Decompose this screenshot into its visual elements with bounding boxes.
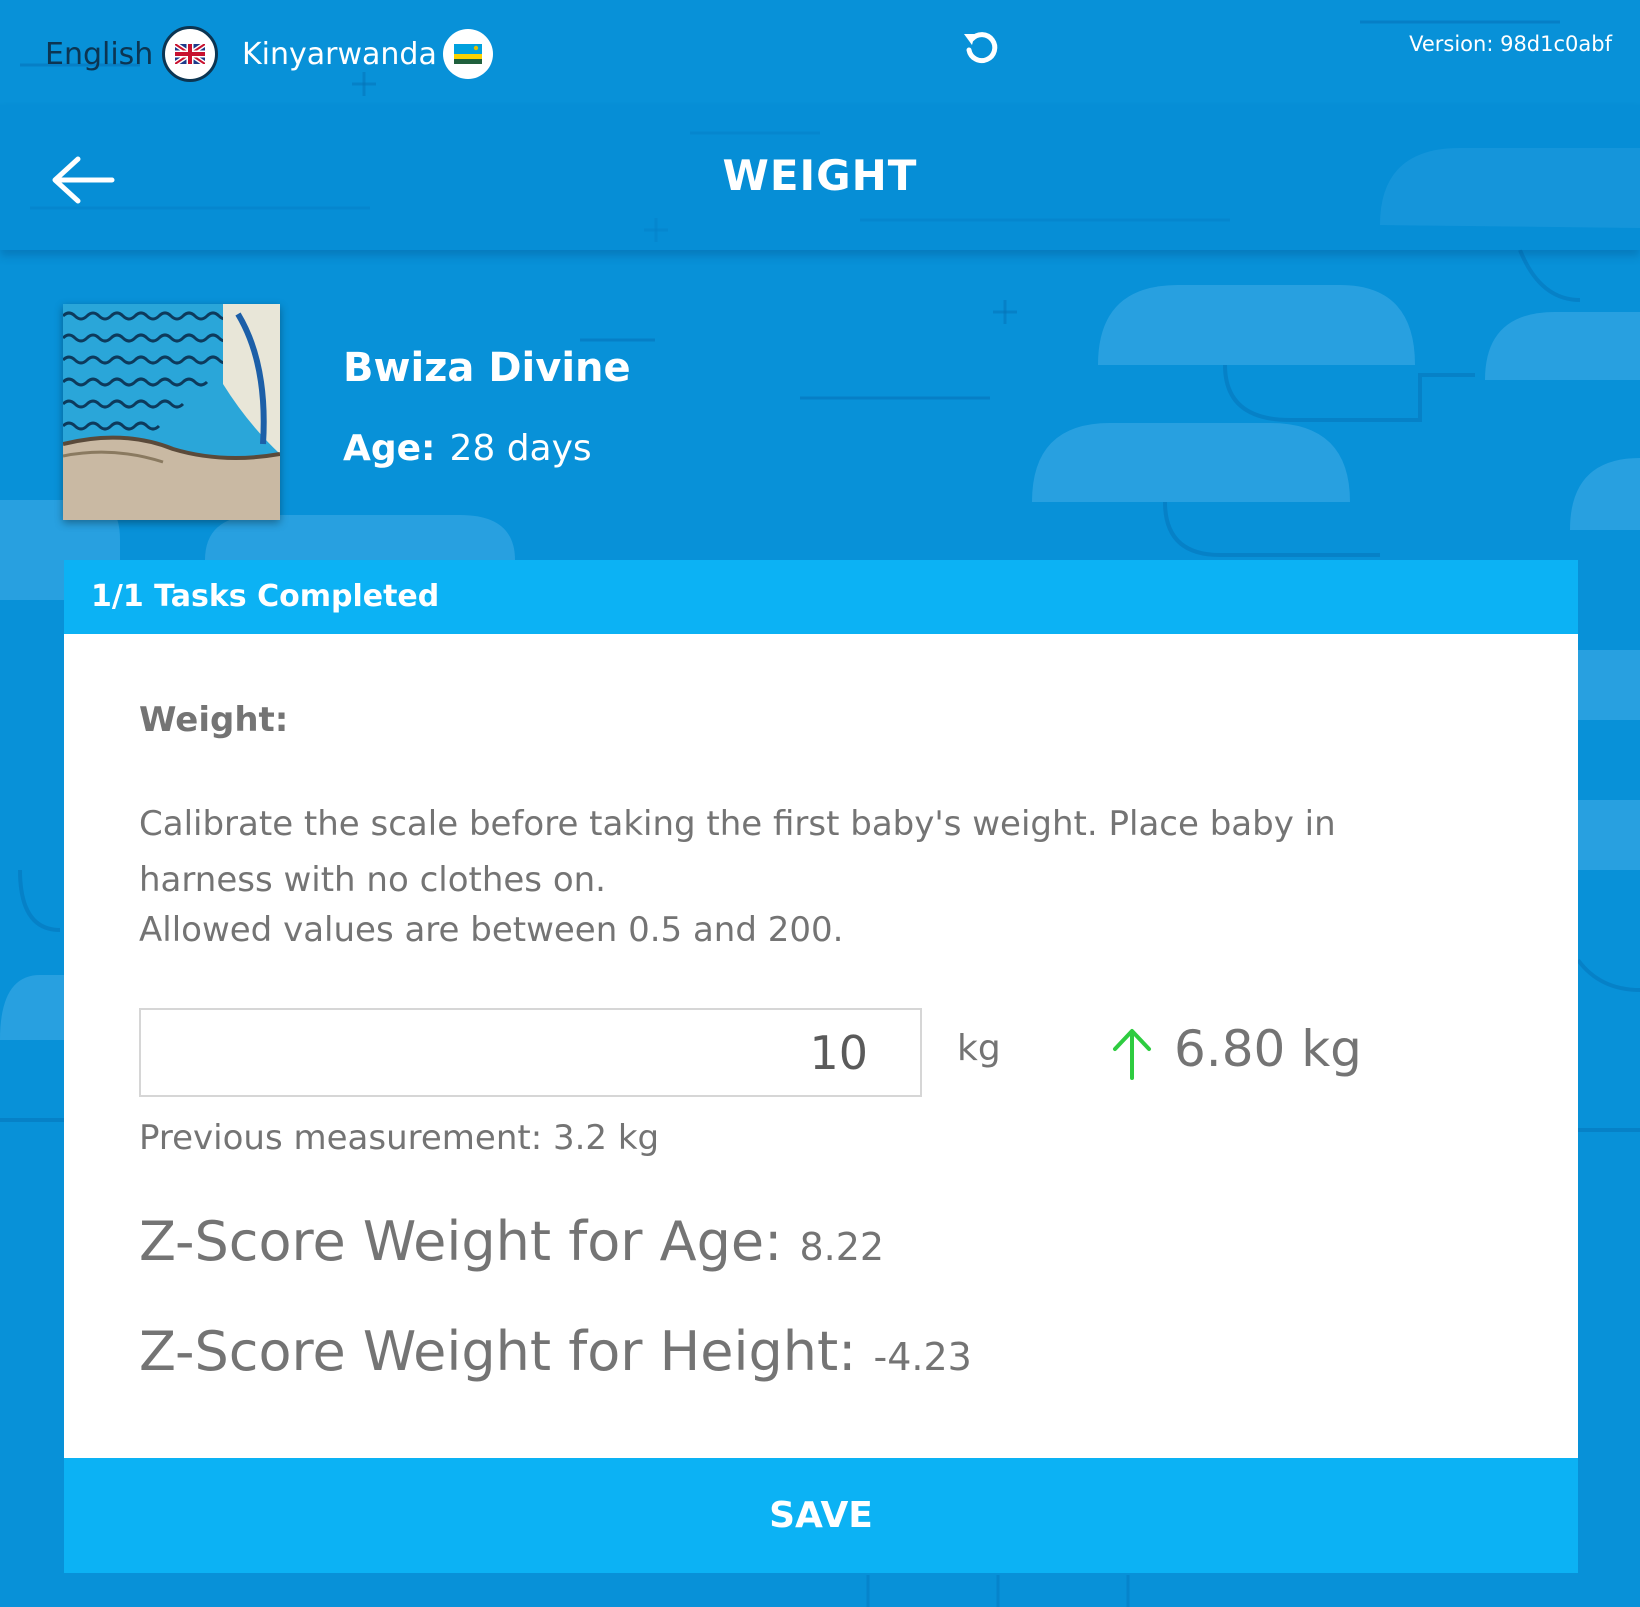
weight-instructions: Calibrate the scale before taking the fi… — [139, 804, 1336, 900]
zscore-label: Z-Score Weight for Age: — [139, 1210, 783, 1273]
previous-measurement: Previous measurement: 3.2 kg — [139, 1118, 660, 1158]
save-button[interactable]: SAVE — [64, 1458, 1578, 1573]
zscore-weight-for-age: Z-Score Weight for Age: 8.22 — [139, 1210, 884, 1273]
child-photo — [63, 304, 280, 520]
page-title: WEIGHT — [722, 151, 918, 200]
tasks-completed-header: 1/1 Tasks Completed — [64, 560, 1578, 634]
zscore-label: Z-Score Weight for Height: — [139, 1320, 857, 1383]
version-label: Version: 98d1c0abf — [1409, 32, 1612, 56]
language-kinyarwanda-label[interactable]: Kinyarwanda — [242, 30, 437, 80]
allowed-values-hint: Allowed values are between 0.5 and 200. — [139, 910, 844, 950]
weight-field-label: Weight: — [139, 700, 289, 740]
child-age: Age: 28 days — [343, 428, 592, 469]
uk-flag-icon[interactable] — [162, 26, 218, 82]
header-bar: WEIGHT — [0, 105, 1640, 250]
weight-difference: 6.80 kg — [1174, 1020, 1362, 1078]
arrow-up-icon — [1113, 1029, 1151, 1080]
rwanda-flag-icon[interactable] — [443, 29, 493, 79]
language-english-label[interactable]: English — [45, 30, 153, 80]
weight-input[interactable] — [139, 1008, 922, 1097]
refresh-icon[interactable] — [961, 26, 1001, 66]
zscore-value: -4.23 — [873, 1335, 972, 1379]
age-label: Age: — [343, 428, 436, 469]
age-value: 28 days — [449, 428, 592, 469]
zscore-value: 8.22 — [799, 1225, 885, 1269]
top-bar: English Kinyarwanda Version: 98d1c0abf — [0, 0, 1640, 105]
weight-unit-label: kg — [957, 1028, 1001, 1069]
child-name: Bwiza Divine — [343, 345, 631, 391]
zscore-weight-for-height: Z-Score Weight for Height: -4.23 — [139, 1320, 972, 1383]
weight-form-card: 1/1 Tasks Completed Weight: Calibrate th… — [64, 560, 1578, 1573]
